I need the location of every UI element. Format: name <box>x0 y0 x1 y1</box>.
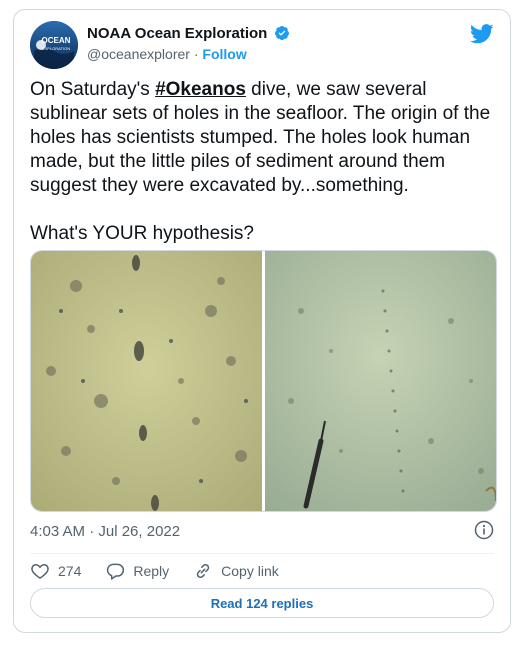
author-name[interactable]: NOAA Ocean Exploration <box>87 25 267 42</box>
link-icon <box>196 563 210 579</box>
copy-link-label: Copy link <box>221 563 279 579</box>
separator-dot: · <box>193 46 199 62</box>
read-replies-button[interactable]: Read 124 replies <box>30 588 494 618</box>
seafloor-photo-right[interactable] <box>265 251 496 511</box>
media-grid[interactable] <box>30 250 497 512</box>
seafloor-photo-left[interactable] <box>31 251 262 511</box>
heart-icon <box>31 563 49 579</box>
like-button[interactable]: 274 <box>30 561 81 581</box>
copy-link-button[interactable]: Copy link <box>193 561 279 581</box>
tweet-text-intro: On Saturday's <box>30 79 156 100</box>
author-handle[interactable]: @oceanexplorer <box>87 46 190 62</box>
follow-button[interactable]: Follow <box>202 46 246 62</box>
twitter-bird-icon[interactable] <box>469 24 494 44</box>
like-count: 274 <box>58 563 82 579</box>
handle-line: @oceanexplorer · Follow <box>87 46 247 62</box>
reply-label: Reply <box>133 563 170 579</box>
avatar[interactable]: OCEAN EXPLORATION <box>30 21 78 69</box>
action-bar: 274 Reply Copy link <box>30 559 303 583</box>
svg-text:EXPLORATION: EXPLORATION <box>42 46 70 51</box>
svg-text:OCEAN: OCEAN <box>42 36 71 45</box>
author-name-row[interactable]: NOAA Ocean Exploration <box>87 25 290 45</box>
hashtag-link[interactable]: #Okeanos <box>155 79 246 100</box>
tweet-timestamp[interactable]: 4:03 AM · Jul 26, 2022 <box>30 523 180 540</box>
tweet-card: OCEAN EXPLORATION NOAA Ocean Exploration… <box>13 9 511 633</box>
info-icon[interactable] <box>474 520 494 540</box>
reply-icon <box>107 563 125 580</box>
verified-badge-icon <box>274 25 290 45</box>
divider <box>30 553 494 554</box>
tweet-text-body: dive, we saw several sublinear sets of h… <box>30 79 491 244</box>
reply-button[interactable]: Reply <box>105 561 169 581</box>
tweet-text: On Saturday's #Okeanos dive, we saw seve… <box>30 78 498 246</box>
image-divider <box>262 251 265 511</box>
